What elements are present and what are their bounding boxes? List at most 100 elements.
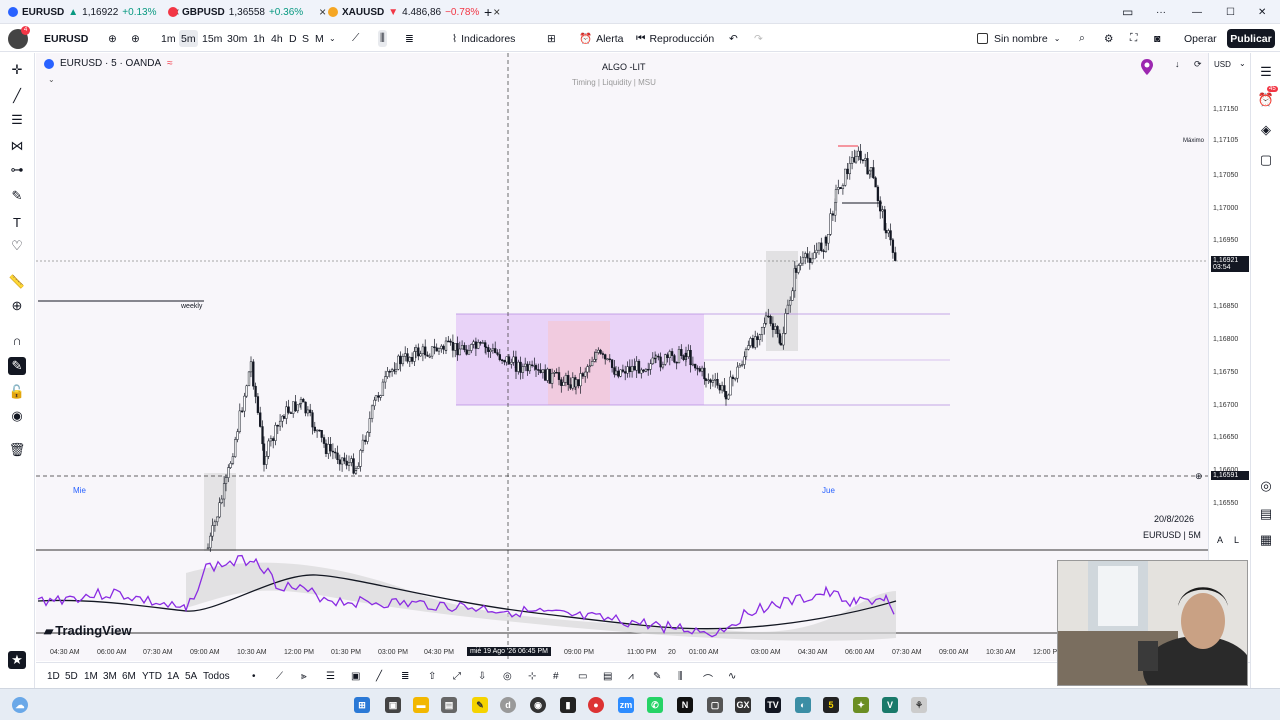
close-tab-icon[interactable]: ×: [319, 5, 326, 19]
brush-icon[interactable]: ✎: [8, 187, 26, 205]
redo-icon[interactable]: ↷: [754, 30, 763, 47]
target-icon[interactable]: ◎: [1257, 477, 1275, 495]
whatsapp-icon[interactable]: ✆: [647, 697, 663, 713]
layers-icon[interactable]: ◈: [1257, 121, 1275, 139]
layout-name-button[interactable]: Sin nombre ⌄: [977, 30, 1060, 47]
undo-icon[interactable]: ↶: [729, 30, 738, 47]
close-tab-icon[interactable]: ×: [493, 5, 500, 19]
line-tool-icon[interactable]: ⟋: [276, 671, 283, 682]
app-icon[interactable]: ◐: [795, 697, 811, 713]
chrome-icon[interactable]: ◉: [530, 697, 546, 713]
new-tab-button[interactable]: +: [484, 3, 492, 21]
interval-30m[interactable]: 30m: [227, 30, 247, 47]
pencil-app-icon[interactable]: ✎: [472, 697, 488, 713]
curve-tool-icon[interactable]: ∿: [728, 671, 736, 682]
interval-d[interactable]: D: [289, 30, 297, 47]
trade-button[interactable]: Operar: [1184, 30, 1217, 47]
zoom-app-icon[interactable]: zm: [618, 697, 634, 713]
interval-1m[interactable]: 1m: [161, 30, 176, 47]
symbol-legend[interactable]: EURUSD · 5 · OANDA ≈: [44, 58, 173, 69]
gx-icon[interactable]: GX: [735, 697, 751, 713]
notes-icon[interactable]: ▤: [1257, 505, 1275, 523]
trash-icon[interactable]: 🗑: [8, 441, 26, 459]
interval-s[interactable]: S: [302, 30, 309, 47]
dot-tool-icon[interactable]: •: [252, 671, 256, 682]
publish-button[interactable]: Publicar: [1227, 29, 1275, 48]
range-6m[interactable]: 6M: [122, 671, 136, 682]
start-icon[interactable]: ⊞: [354, 697, 370, 713]
range-1d[interactable]: 1D: [47, 671, 60, 682]
log-scale-button[interactable]: L: [1234, 535, 1239, 545]
auto-scale-button[interactable]: A: [1217, 535, 1223, 545]
pattern-icon[interactable]: ⋈: [8, 137, 26, 155]
path-tool-icon[interactable]: ⤢: [453, 671, 461, 682]
five-app-icon[interactable]: 5: [823, 697, 839, 713]
minimize-button[interactable]: —: [1192, 3, 1202, 21]
heart-icon[interactable]: ♡: [8, 237, 26, 255]
magnet-icon[interactable]: ∩: [8, 331, 26, 349]
arrow-down-icon[interactable]: ↓: [1175, 59, 1180, 69]
crosshair-icon[interactable]: ✛: [8, 61, 26, 79]
range-ytd[interactable]: YTD: [142, 671, 162, 682]
add-alert-icon[interactable]: ⊕: [1195, 471, 1203, 482]
bars-icon[interactable]: ≣: [405, 30, 414, 47]
interval-1h[interactable]: 1h: [253, 30, 265, 47]
zigzag-tool-icon[interactable]: ⩘: [628, 671, 634, 682]
chart-pane[interactable]: EURUSD · 5 · OANDA ≈ ⌄ ALGO -LIT Timing …: [36, 53, 1208, 661]
chat-icon[interactable]: ▢: [1257, 151, 1275, 169]
range-tool-icon[interactable]: ⫼: [678, 671, 683, 682]
range-1m[interactable]: 1M: [84, 671, 98, 682]
rect-tool-icon[interactable]: ▣: [351, 671, 360, 682]
fib-icon[interactable]: ☰: [8, 111, 26, 129]
interval-15m[interactable]: 15m: [202, 30, 222, 47]
candles-icon[interactable]: ⫼: [378, 30, 387, 47]
layouts-icon[interactable]: ⊞: [547, 30, 556, 47]
table-tool-icon[interactable]: ▤: [603, 671, 612, 682]
folder-icon[interactable]: ▬: [413, 697, 429, 713]
arrow-down-tool-icon[interactable]: ⇩: [478, 671, 486, 682]
compare-icon[interactable]: ⊕: [131, 30, 140, 47]
tray-app-icon[interactable]: ⚘: [911, 697, 927, 713]
eye-icon[interactable]: ◉: [8, 407, 26, 425]
watchlist-icon[interactable]: ☰: [1257, 63, 1275, 81]
pen-tool-icon[interactable]: ✎: [653, 671, 661, 682]
interval-m[interactable]: M: [315, 30, 324, 47]
range-all[interactable]: Todos: [203, 671, 230, 682]
currency-label[interactable]: USD: [1214, 60, 1231, 69]
search-icon[interactable]: ⌕: [1079, 30, 1085, 47]
indicators-button[interactable]: ⌇ Indicadores: [452, 30, 515, 47]
d-app-icon[interactable]: d: [500, 697, 516, 713]
sync-icon[interactable]: ⟳: [1194, 59, 1202, 70]
text-icon[interactable]: T: [8, 213, 26, 231]
circle-tool-icon[interactable]: ◎: [503, 671, 512, 682]
camera-icon[interactable]: ◙: [1154, 30, 1160, 47]
favorites-icon[interactable]: ★: [8, 651, 26, 669]
lock-drawing-icon[interactable]: ✎: [8, 357, 26, 375]
game-icon[interactable]: ✦: [853, 697, 869, 713]
calendar-icon[interactable]: ▦: [1257, 531, 1275, 549]
screen-icon[interactable]: ▭: [1122, 3, 1133, 21]
notion-icon[interactable]: N: [677, 697, 693, 713]
tradingview-icon[interactable]: TV: [765, 697, 781, 713]
more-icon[interactable]: ···: [1156, 3, 1166, 21]
close-window-button[interactable]: ✕: [1258, 3, 1266, 21]
range-3m[interactable]: 3M: [103, 671, 117, 682]
maximize-button[interactable]: ☐: [1226, 3, 1235, 21]
obs-icon[interactable]: ●: [588, 697, 604, 713]
interval-5m[interactable]: 5m: [179, 30, 198, 47]
arrow-up-tool-icon[interactable]: ⇧: [428, 671, 436, 682]
location-pin-icon[interactable]: [1140, 58, 1154, 76]
v-app-icon[interactable]: V: [882, 697, 898, 713]
ruler-icon[interactable]: 📏: [8, 273, 26, 291]
alert-button[interactable]: ⏰ Alerta: [579, 30, 624, 47]
symbol-search[interactable]: EURUSD: [44, 30, 88, 47]
tab-xauusd[interactable]: XAUUSD ▼ 4.486,86 −0.78% ×: [328, 3, 500, 21]
collapse-legend-icon[interactable]: ⌄: [48, 75, 55, 84]
arc-tool-icon[interactable]: ⌒: [703, 671, 713, 686]
levels-tool-icon[interactable]: ≣: [401, 671, 409, 682]
line-chart-icon[interactable]: ⟋: [352, 30, 359, 47]
terminal-icon[interactable]: ▮: [560, 697, 576, 713]
files-icon[interactable]: ▤: [441, 697, 457, 713]
fullscreen-icon[interactable]: ⛶: [1130, 30, 1137, 47]
range-1a[interactable]: 1A: [167, 671, 179, 682]
